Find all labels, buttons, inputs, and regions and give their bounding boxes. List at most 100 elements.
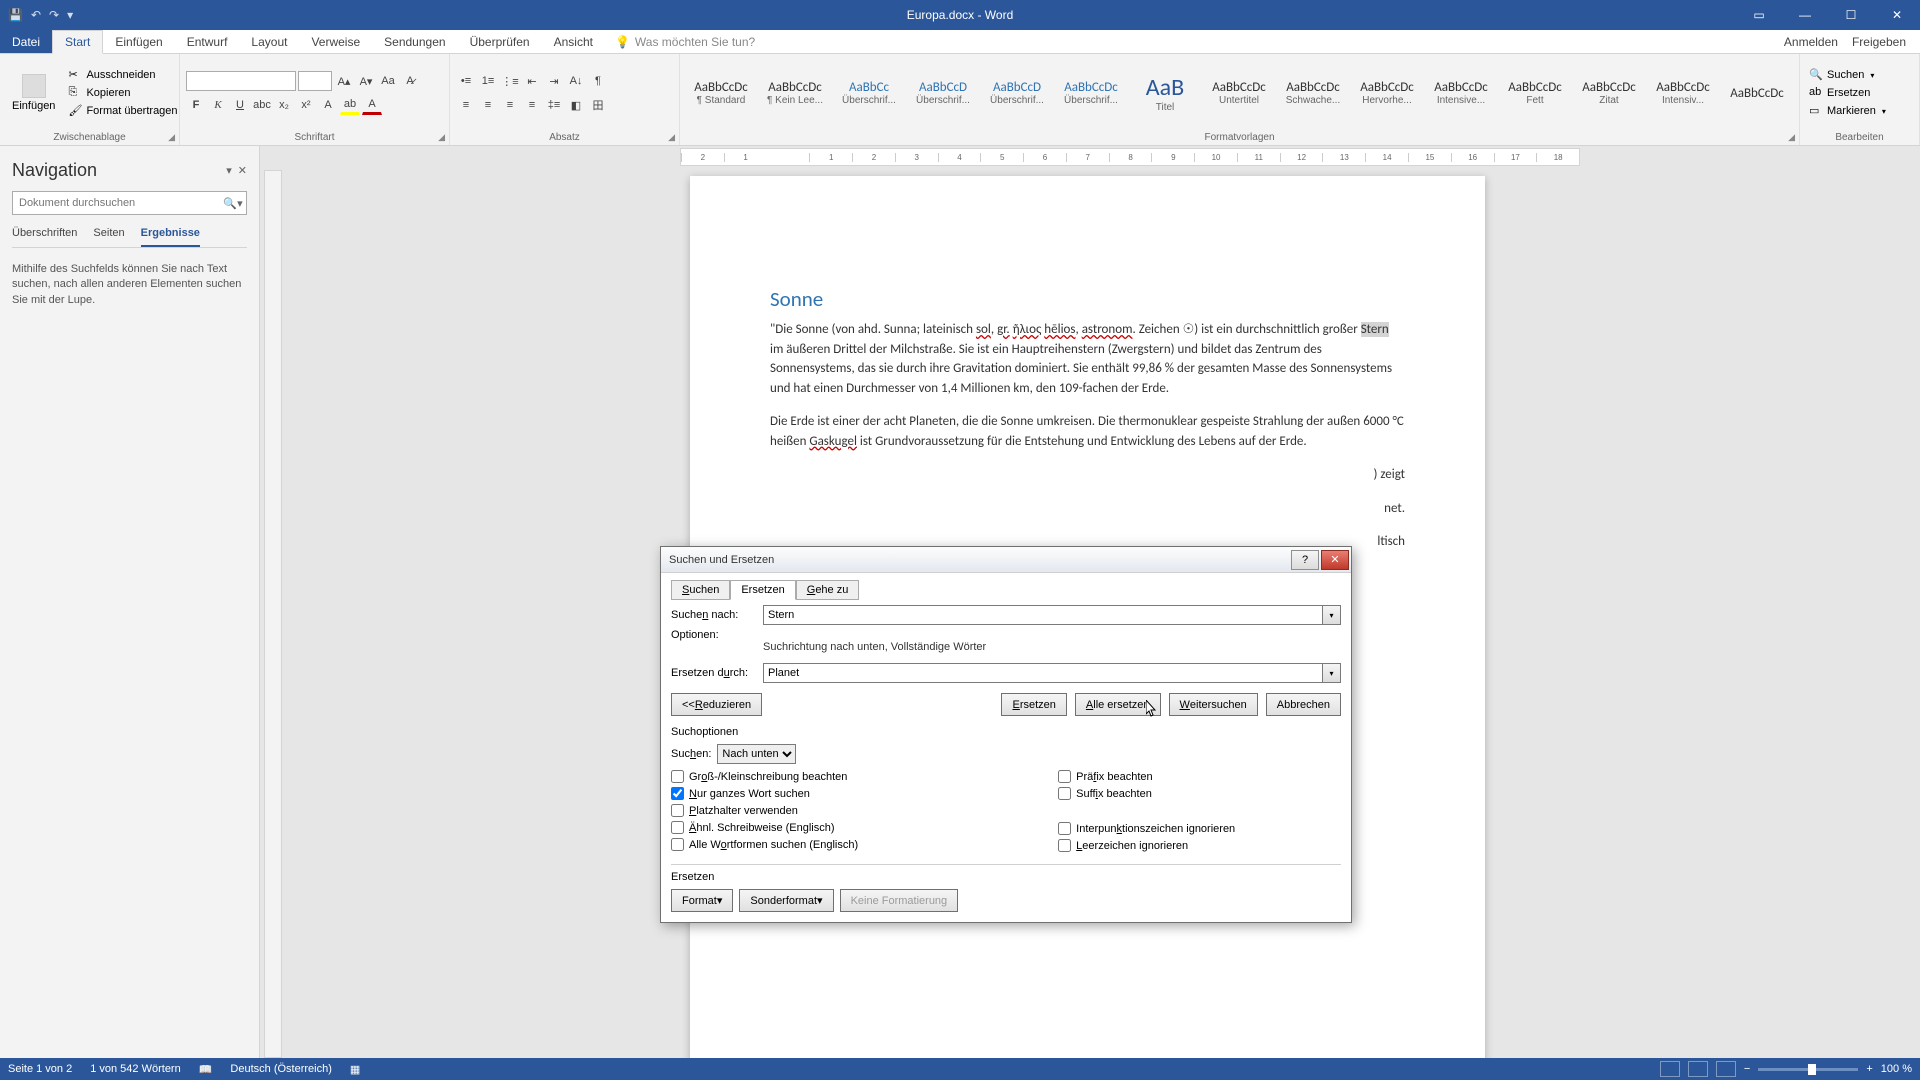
numbering-button[interactable]: 1≡ — [478, 71, 498, 91]
styles-launcher-icon[interactable]: ◢ — [1788, 132, 1795, 143]
align-center-button[interactable]: ≡ — [478, 95, 498, 115]
status-page[interactable]: Seite 1 von 2 — [8, 1063, 72, 1075]
tab-mailings[interactable]: Sendungen — [372, 30, 457, 53]
status-words[interactable]: 1 von 542 Wörtern — [90, 1063, 181, 1075]
style-item[interactable]: AaBbCcDÜberschrif... — [908, 58, 978, 128]
view-web-button[interactable] — [1716, 1061, 1736, 1077]
tab-design[interactable]: Entwurf — [175, 30, 240, 53]
copy-button[interactable]: ⎘Kopieren — [65, 85, 180, 101]
increase-indent-button[interactable]: ⇥ — [544, 71, 564, 91]
style-item[interactable]: AaBbCcDcSchwache... — [1278, 58, 1348, 128]
close-icon[interactable]: ✕ — [1874, 0, 1920, 30]
chk-ignore-whitespace[interactable]: Leerzeichen ignorieren — [1058, 839, 1235, 852]
style-item[interactable]: AaBTitel — [1130, 58, 1200, 128]
paragraph-launcher-icon[interactable]: ◢ — [668, 132, 675, 143]
style-item[interactable]: AaBbCcDcUntertitel — [1204, 58, 1274, 128]
zoom-out-button[interactable]: − — [1744, 1063, 1750, 1075]
search-direction-select[interactable]: Nach unten — [717, 744, 796, 764]
chk-prefix[interactable]: Präfix beachten — [1058, 770, 1235, 783]
chk-ignore-punct[interactable]: Interpunktionszeichen ignorieren — [1058, 822, 1235, 835]
nav-search-icon[interactable]: 🔍▾ — [220, 192, 246, 214]
styles-gallery[interactable]: AaBbCcDc¶ StandardAaBbCcDc¶ Kein Lee... A… — [680, 54, 1799, 132]
format-button[interactable]: Format ▾ — [671, 889, 733, 912]
font-launcher-icon[interactable]: ◢ — [438, 132, 445, 143]
paste-button[interactable]: Einfügen — [6, 58, 61, 128]
dialog-tab-replace[interactable]: Ersetzen — [730, 580, 795, 600]
save-icon[interactable]: 💾 — [8, 8, 23, 22]
select-button[interactable]: ▭Markieren▾ — [1806, 103, 1889, 119]
clear-format-button[interactable]: A̷ — [400, 71, 420, 91]
tell-me[interactable]: 💡 Was möchten Sie tun? — [615, 30, 755, 53]
replace-one-button[interactable]: Ersetzen — [1001, 693, 1066, 716]
style-item[interactable]: AaBbCcDc¶ Standard — [686, 58, 756, 128]
chk-word-forms[interactable]: Alle Wortformen suchen (Englisch) — [671, 838, 858, 851]
italic-button[interactable]: K — [208, 95, 228, 115]
find-next-button[interactable]: Weitersuchen — [1169, 693, 1258, 716]
replace-button[interactable]: abErsetzen — [1806, 85, 1889, 101]
cancel-button[interactable]: Abbrechen — [1266, 693, 1341, 716]
nav-tab-headings[interactable]: Überschriften — [12, 227, 77, 247]
shading-button[interactable]: ◧ — [566, 95, 586, 115]
style-item[interactable]: AaBbCcDÜberschrif... — [982, 58, 1052, 128]
text-effects-button[interactable]: A — [318, 95, 338, 115]
special-button[interactable]: Sonderformat ▾ — [739, 889, 833, 912]
chk-suffix[interactable]: Suffix beachten — [1058, 787, 1235, 800]
font-size-input[interactable] — [298, 71, 332, 91]
justify-button[interactable]: ≡ — [522, 95, 542, 115]
tab-review[interactable]: Überprüfen — [458, 30, 542, 53]
bullets-button[interactable]: •≡ — [456, 71, 476, 91]
style-item[interactable]: AaBbCcDcIntensiv... — [1648, 58, 1718, 128]
replace-input[interactable] — [763, 663, 1323, 683]
shrink-font-button[interactable]: A▾ — [356, 71, 376, 91]
view-read-button[interactable] — [1660, 1061, 1680, 1077]
style-item[interactable]: AaBbCcDc¶ Kein Lee... — [760, 58, 830, 128]
strike-button[interactable]: abc — [252, 95, 272, 115]
undo-icon[interactable]: ↶ — [31, 8, 41, 22]
superscript-button[interactable]: x² — [296, 95, 316, 115]
redo-icon[interactable]: ↷ — [49, 8, 59, 22]
change-case-button[interactable]: Aa — [378, 71, 398, 91]
tab-file[interactable]: Datei — [0, 30, 52, 53]
sort-button[interactable]: A↓ — [566, 71, 586, 91]
replace-dropdown-icon[interactable]: ▾ — [1323, 663, 1341, 683]
share-button[interactable]: Freigeben — [1852, 35, 1906, 49]
style-item[interactable]: AaBbCcDcHervorhe... — [1352, 58, 1422, 128]
status-macro-icon[interactable]: ▦ — [350, 1063, 360, 1076]
signin-link[interactable]: Anmelden — [1784, 35, 1838, 49]
nav-tab-pages[interactable]: Seiten — [93, 227, 124, 247]
chk-match-case[interactable]: Groß-/Kleinschreibung beachten — [671, 770, 858, 783]
zoom-in-button[interactable]: + — [1866, 1063, 1872, 1075]
tab-layout[interactable]: Layout — [239, 30, 299, 53]
tab-start[interactable]: Start — [52, 30, 103, 54]
underline-button[interactable]: U — [230, 95, 250, 115]
chk-wildcards[interactable]: Platzhalter verwenden — [671, 804, 858, 817]
minimize-icon[interactable]: — — [1782, 0, 1828, 30]
tab-insert[interactable]: Einfügen — [103, 30, 174, 53]
style-item[interactable]: AaBbCcDcIntensive... — [1426, 58, 1496, 128]
nav-search-input[interactable] — [13, 192, 220, 214]
find-dropdown-icon[interactable]: ▾ — [1323, 605, 1341, 625]
find-button[interactable]: 🔍Suchen▾ — [1806, 67, 1889, 83]
dialog-tab-find[interactable]: Suchen — [671, 580, 730, 600]
zoom-level[interactable]: 100 % — [1881, 1063, 1912, 1075]
line-spacing-button[interactable]: ‡≡ — [544, 95, 564, 115]
grow-font-button[interactable]: A▴ — [334, 71, 354, 91]
bold-button[interactable]: F — [186, 95, 206, 115]
dialog-help-icon[interactable]: ? — [1291, 550, 1319, 570]
view-print-button[interactable] — [1688, 1061, 1708, 1077]
align-left-button[interactable]: ≡ — [456, 95, 476, 115]
zoom-slider[interactable] — [1758, 1068, 1858, 1071]
ribbon-options-icon[interactable]: ▭ — [1736, 0, 1782, 30]
borders-button[interactable]: 田 — [588, 95, 608, 115]
decrease-indent-button[interactable]: ⇤ — [522, 71, 542, 91]
dialog-titlebar[interactable]: Suchen und Ersetzen ? ✕ — [661, 547, 1351, 573]
tab-view[interactable]: Ansicht — [542, 30, 605, 53]
qat-more-icon[interactable]: ▾ — [67, 8, 73, 22]
style-item[interactable]: AaBbCcDcFett — [1500, 58, 1570, 128]
nav-close-icon[interactable]: ✕ — [238, 164, 247, 177]
multilevel-button[interactable]: ⋮≡ — [500, 71, 520, 91]
show-marks-button[interactable]: ¶ — [588, 71, 608, 91]
maximize-icon[interactable]: ☐ — [1828, 0, 1874, 30]
style-item[interactable]: AaBbCcDcÜberschrif... — [1056, 58, 1126, 128]
nav-dropdown-icon[interactable]: ▾ — [226, 164, 232, 177]
